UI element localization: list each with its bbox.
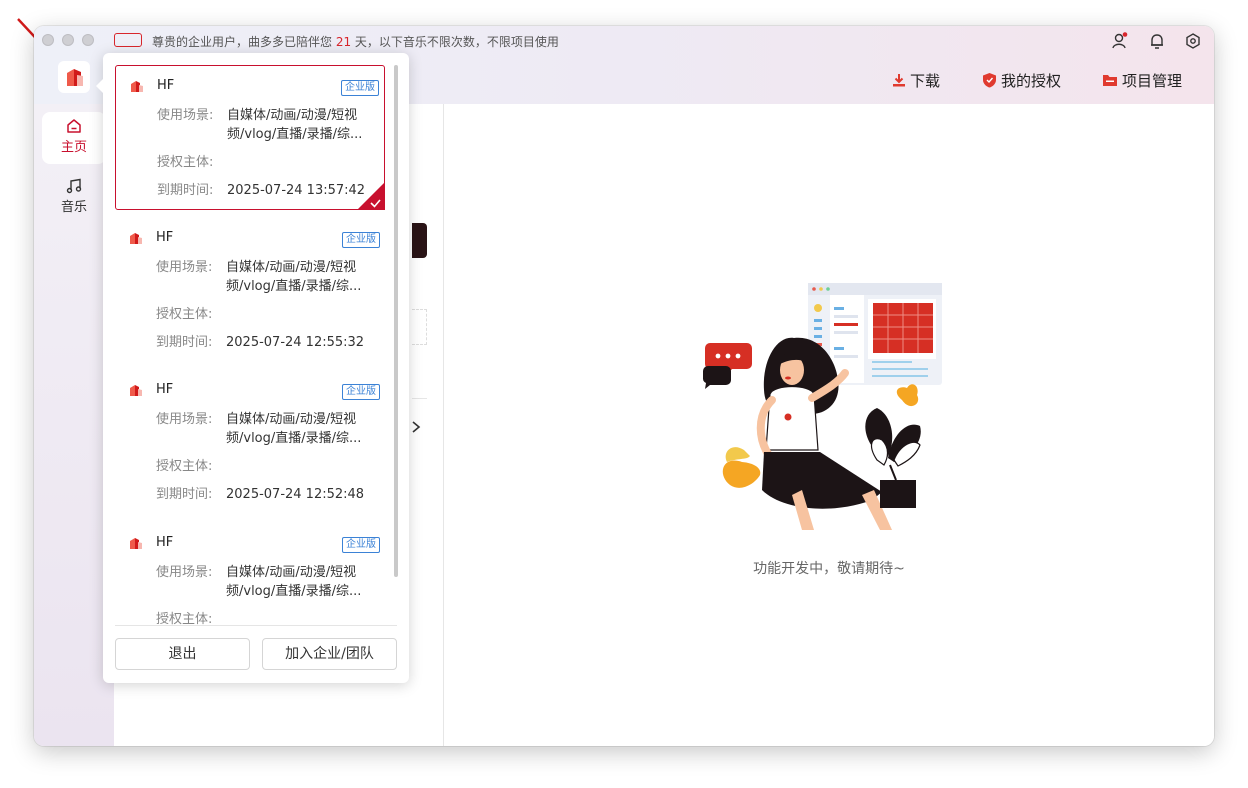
project-mgmt-nav[interactable]: 项目管理 — [1102, 70, 1182, 90]
settings-icon[interactable] — [1184, 32, 1202, 50]
bell-icon[interactable] — [1148, 32, 1166, 50]
enterprise-tag: 企业版 — [342, 232, 380, 248]
popover-divider — [115, 625, 397, 626]
app-logo[interactable] — [58, 61, 90, 93]
scene-row: 使用场景: 自媒体/动画/动漫/短视频/vlog/直播/录播/综... — [157, 108, 363, 142]
account-name: HF — [156, 382, 174, 397]
user-icon[interactable] — [1111, 32, 1129, 50]
sidebar-item-music[interactable]: 音乐 — [42, 172, 106, 224]
download-label: 下载 — [910, 71, 941, 90]
brand-logo-icon — [130, 385, 142, 396]
subject-row: 授权主体: — [156, 459, 213, 474]
home-icon — [67, 119, 81, 133]
enterprise-notice: 尊贵的企业用户，曲多多已陪伴您 21 天，以下音乐不限次数，不限项目使用 — [152, 35, 559, 49]
shield-icon — [983, 73, 996, 88]
sidebar-item-home[interactable]: 主页 — [42, 112, 106, 164]
my-license-nav[interactable]: 我的授权 — [982, 70, 1061, 90]
enterprise-tag: 企业版 — [342, 537, 380, 553]
project-mgmt-label: 项目管理 — [1122, 71, 1183, 90]
expire-row: 到期时间: 2025-07-24 13:57:42 — [157, 183, 366, 198]
account-switch-popover: HF 企业版 使用场景: 自媒体/动画/动漫/短视频/vlog/直播/录播/综..… — [96, 53, 409, 683]
account-card[interactable]: HF 企业版 使用场景: 自媒体/动画/动漫/短视频/vlog/直播/录播/综..… — [115, 65, 385, 210]
partial-dashed-box[interactable] — [412, 309, 427, 345]
brand-logo-icon — [130, 538, 142, 549]
chevron-right-icon[interactable] — [410, 420, 422, 434]
enterprise-tag: 企业版 — [341, 80, 379, 96]
panel-divider — [412, 398, 427, 399]
sidebar-item-label: 主页 — [60, 140, 87, 155]
sidebar: 主页 音乐 — [34, 104, 114, 746]
enterprise-tag: 企业版 — [342, 384, 380, 400]
account-list: HF 企业版 使用场景: 自媒体/动画/动漫/短视频/vlog/直播/录播/综..… — [103, 53, 409, 625]
maximize-window-button[interactable] — [82, 34, 94, 46]
subject-row: 授权主体: — [156, 307, 213, 322]
expire-row: 到期时间: 2025-07-24 12:52:48 — [156, 487, 365, 502]
partial-dark-button[interactable] — [412, 223, 427, 258]
scene-row: 使用场景: 自媒体/动画/动漫/短视频/vlog/直播/录播/综... — [156, 260, 362, 294]
my-license-label: 我的授权 — [1001, 71, 1062, 90]
music-icon — [66, 178, 82, 194]
brand-badge — [114, 33, 142, 47]
account-card[interactable]: HF 企业版 使用场景: 自媒体/动画/动漫/短视频/vlog/直播/录播/综..… — [115, 523, 385, 625]
account-card[interactable]: HF 企业版 使用场景: 自媒体/动画/动漫/短视频/vlog/直播/录播/综..… — [115, 370, 385, 515]
subject-row: 授权主体: — [156, 612, 213, 625]
account-name: HF — [156, 535, 174, 550]
join-team-button[interactable]: 加入企业/团队 — [262, 638, 397, 670]
account-name: HF — [156, 230, 174, 245]
sidebar-item-label: 音乐 — [60, 200, 87, 215]
popover-caret — [96, 79, 103, 93]
scene-row: 使用场景: 自媒体/动画/动漫/短视频/vlog/直播/录播/综... — [156, 412, 362, 446]
expire-row: 到期时间: 2025-07-24 12:55:32 — [156, 335, 365, 350]
scene-row: 使用场景: 自媒体/动画/动漫/短视频/vlog/直播/录播/综... — [156, 565, 362, 599]
account-card[interactable]: HF 企业版 使用场景: 自媒体/动画/动漫/短视频/vlog/直播/录播/综..… — [115, 218, 385, 363]
main-content: 功能开发中，敬请期待~ — [444, 104, 1214, 746]
account-name: HF — [157, 78, 175, 93]
under-development-illustration — [702, 283, 942, 530]
selected-check-icon — [357, 182, 385, 210]
brand-logo-icon — [131, 81, 143, 92]
popover-scrollbar[interactable] — [394, 65, 398, 577]
download-icon — [893, 74, 905, 87]
logout-button[interactable]: 退出 — [115, 638, 250, 670]
download-nav[interactable]: 下载 — [892, 70, 940, 90]
subject-row: 授权主体: — [157, 155, 214, 170]
folder-icon — [1103, 75, 1117, 86]
empty-state-text: 功能开发中，敬请期待~ — [753, 561, 905, 577]
close-window-button[interactable] — [42, 34, 54, 46]
brand-logo-icon — [67, 69, 83, 86]
minimize-window-button[interactable] — [62, 34, 74, 46]
brand-logo-icon — [130, 233, 142, 244]
